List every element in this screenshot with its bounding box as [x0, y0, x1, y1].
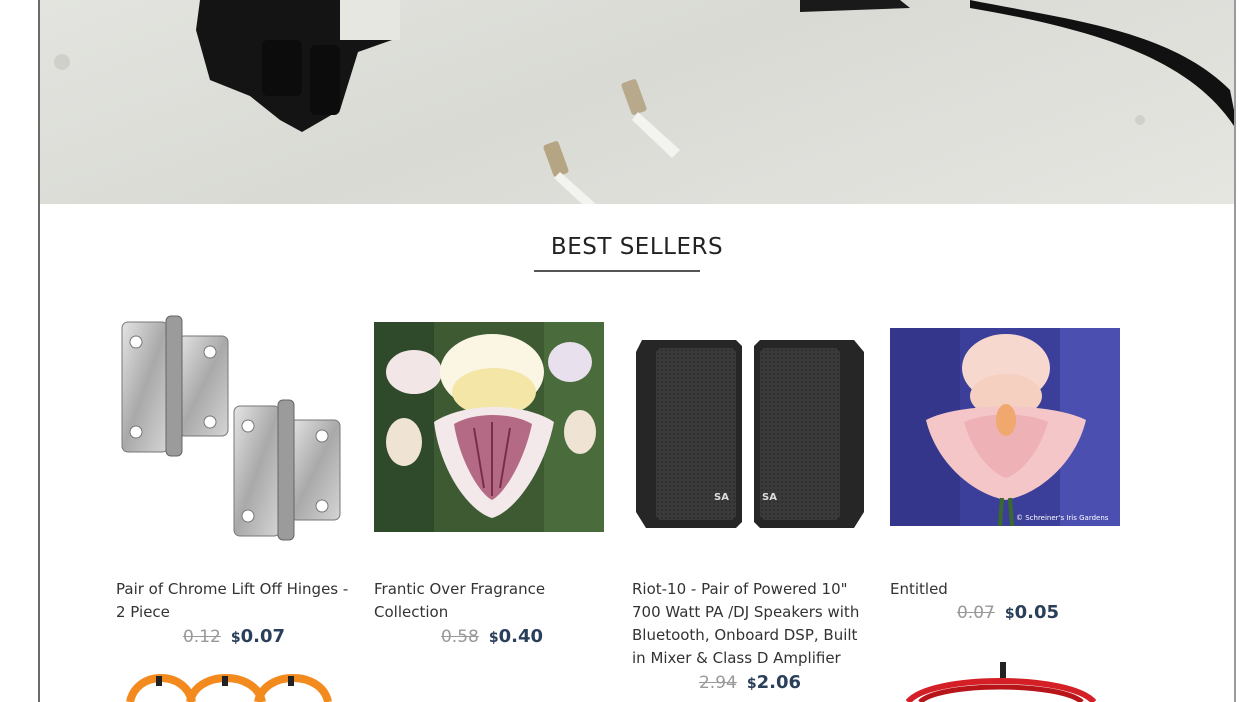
product-name[interactable]: Entitled [890, 578, 1128, 601]
price-row: 0.58 $0.40 [374, 626, 610, 647]
product-name[interactable]: Pair of Chrome Lift Off Hinges - 2 Piece [116, 578, 354, 624]
left-gutter [0, 0, 38, 702]
red-cable-illustration [905, 662, 1097, 702]
chrome-hinges-illustration [121, 315, 341, 541]
product-name[interactable]: Frantic Over Fragrance Collection [374, 578, 612, 624]
product-image-iris-pink[interactable]: © Schreiner's Iris Gardens [890, 312, 1126, 548]
iris-flower-illustration [374, 322, 604, 532]
iris-flower-illustration: © Schreiner's Iris Gardens [890, 328, 1120, 527]
pa-speakers-illustration: SA SA [636, 340, 864, 528]
price-row: 2.94 $2.06 [632, 672, 868, 693]
page-content: BEST SELLERS Pair of Chrome Lift Off Hin… [40, 0, 1234, 702]
title-underline [534, 270, 700, 272]
product-image-red-cable[interactable] [900, 660, 1100, 702]
currency-symbol: $ [230, 630, 241, 646]
product-image-speakers[interactable]: SA SA [632, 312, 868, 548]
old-price: 0.58 [440, 627, 479, 647]
right-gutter [1236, 0, 1248, 702]
hero-banner-image[interactable] [40, 0, 1234, 204]
currency-symbol: $ [488, 630, 499, 646]
currency-symbol: $ [746, 676, 757, 692]
sale-price: 0.07 [240, 626, 286, 647]
orange-cable-illustration [126, 674, 332, 702]
speaker-logo: SA [762, 492, 777, 503]
section-title: BEST SELLERS [550, 234, 724, 260]
speaker-logo: SA [714, 492, 729, 503]
price-row: 0.07 $0.05 [890, 602, 1126, 623]
product-image-orange-cable[interactable] [126, 660, 336, 702]
watermark: © Schreiner's Iris Gardens [1016, 514, 1109, 522]
sale-price: 2.06 [756, 672, 802, 693]
old-price: 2.94 [698, 673, 737, 693]
product-image-iris-white[interactable] [374, 312, 610, 548]
currency-symbol: $ [1004, 606, 1015, 622]
sale-price: 0.40 [498, 626, 544, 647]
old-price: 0.12 [182, 627, 221, 647]
old-price: 0.07 [956, 603, 995, 623]
product-name[interactable]: Riot-10 - Pair of Powered 10" 700 Watt P… [632, 578, 870, 670]
hero-illustration [54, 0, 1234, 204]
price-row: 0.12 $0.07 [116, 626, 352, 647]
product-image-hinges[interactable] [116, 312, 352, 548]
sale-price: 0.05 [1014, 602, 1060, 623]
